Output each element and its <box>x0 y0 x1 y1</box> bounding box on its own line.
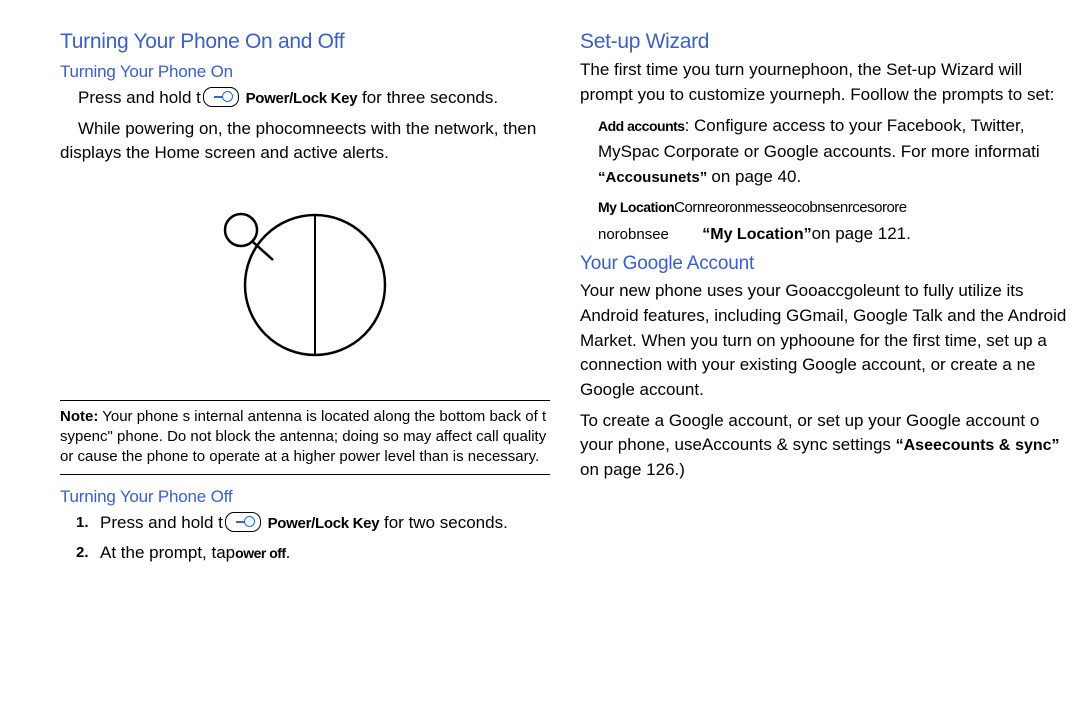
power-lock-key-icon <box>203 87 239 107</box>
right-column: Set-up Wizard The first time you turn yo… <box>580 30 1070 572</box>
google-2c: on page 126.) <box>580 460 685 479</box>
power-lock-key-label-off: Power/Lock Key <box>268 515 380 532</box>
step-number-1: 1. <box>76 512 89 534</box>
heading-setup-wizard: Set-up Wizard <box>580 30 1070 54</box>
loc-body-a: Cor​nreo​ron​messe​ocob​nsen​rcesor​ore <box>674 199 906 216</box>
loc-body-c: on page 121. <box>812 224 911 243</box>
accounts-sync-ref2: s​y​nc” <box>1015 437 1059 454</box>
phone-off-step-1: 1. Press and hold t Power/Lock Key for t… <box>100 511 550 536</box>
add-accounts-lead: Add accounts <box>598 118 685 134</box>
document-page: Turning Your Phone On and Off Turning Yo… <box>0 0 1080 582</box>
text-press-hold-b: for three seconds. <box>357 88 498 107</box>
antenna-note: Note: Your phone s internal antenna is l… <box>60 400 550 475</box>
phone-on-step: Press and hold t Power/Lock Key for thre… <box>60 86 550 111</box>
my-location-ref: “My Location” <box>702 226 811 243</box>
google-para-1: Your new phone uses your G​oo​acc​goleu​… <box>580 279 1070 402</box>
add-accounts-body-b: Corporate or Google accounts. For more i… <box>664 139 1040 165</box>
off-2-c: . <box>286 543 291 562</box>
power-lock-key-icon <box>225 512 261 532</box>
phone-on-network: While powering on, the pho​comne​ects wi… <box>60 117 550 166</box>
subheading-phone-off: Turning Your Phone Off <box>60 487 550 507</box>
heading-onoff: Turning Your Phone On and Off <box>60 30 550 54</box>
note-body: Your phone s internal antenna is located… <box>60 408 546 466</box>
text-press-hold-a: Press and hold t <box>78 88 201 107</box>
left-column: Turning Your Phone On and Off Turning Yo… <box>60 30 550 572</box>
antenna-diagram-svg <box>195 190 415 380</box>
loc-body-b: nor​ob​nsee <box>598 226 669 243</box>
wizard-bullet-accounts: Add accounts: Configure access to your F… <box>598 113 1070 190</box>
off-2-poweroff: ower off <box>235 545 285 561</box>
off-1-b: for two seconds. <box>379 513 508 532</box>
power-lock-key-label: Power/Lock Key <box>246 90 358 107</box>
google-para-2: To create a Google account, or set up yo… <box>580 409 1070 483</box>
my-location-lead: My Location <box>598 199 674 215</box>
off-1-a: Press and hold t <box>100 513 223 532</box>
subheading-google-account: Your Google Account <box>580 253 1070 275</box>
off-2-a: At the prompt, ta​p <box>100 543 235 562</box>
wizard-bullet-location: My LocationCor​nreo​ron​messe​ocob​nsen​… <box>598 196 1070 248</box>
accounts-ref: “Acco​usun​ets​” <box>598 169 707 186</box>
antenna-diagram <box>60 180 550 390</box>
add-accounts-body-c: on page 40. <box>711 167 801 186</box>
accounts-sync-ref: “A​see​cou​nts & <box>896 437 1011 454</box>
step-number-2: 2. <box>76 542 89 564</box>
wizard-intro: The first time you turn you​rn​ep​ho​on,… <box>580 58 1070 107</box>
subheading-phone-on: Turning Your Phone On <box>60 62 550 82</box>
phone-off-step-2: 2. At the prompt, ta​power off. <box>100 541 550 566</box>
google-2b: se​A​ccounts & sync settings <box>684 435 896 454</box>
note-lead: Note: <box>60 408 98 425</box>
